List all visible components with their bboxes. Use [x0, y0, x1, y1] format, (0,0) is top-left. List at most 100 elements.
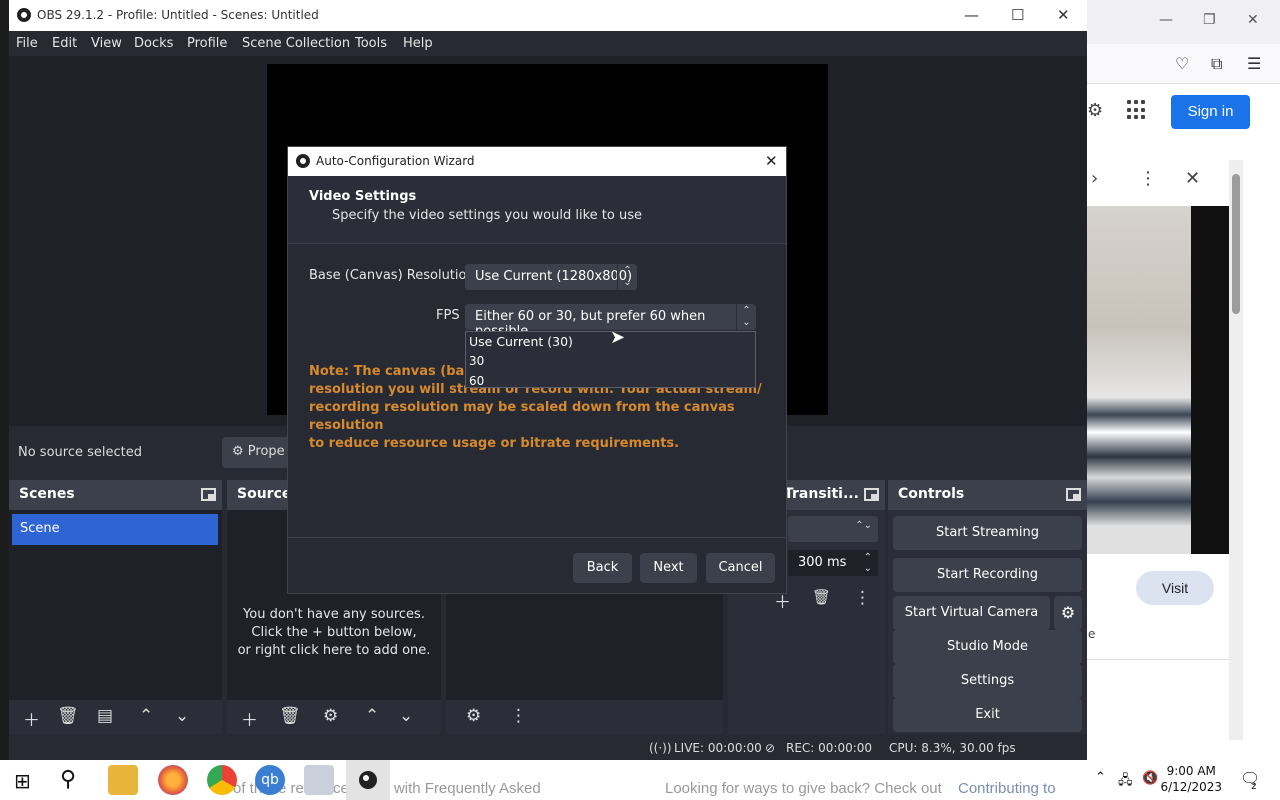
scrollbar-thumb[interactable] — [1232, 174, 1240, 314]
add-icon[interactable]: ＋ — [23, 706, 40, 731]
menu-docks[interactable]: Docks — [134, 36, 173, 51]
chevron-right-icon[interactable]: › — [1091, 168, 1098, 189]
chevron-updown-icon: ⌃⌄ — [736, 304, 756, 330]
transitions-title: Transiti... — [784, 486, 859, 502]
controls-dock-title: Controls — [888, 480, 1087, 510]
move-down-icon[interactable]: ⌄ — [399, 706, 413, 726]
network-icon[interactable]: 🖧 — [1118, 771, 1133, 793]
duration-spinbox[interactable]: 300 ms ⌃ ⌄ — [788, 550, 878, 576]
close-panel-icon[interactable]: ✕ — [1185, 168, 1200, 189]
system-clock[interactable]: 9:00 AM 6/12/2023 — [1160, 763, 1222, 795]
controls-title: Controls — [898, 486, 965, 502]
windows-taskbar: of these resource along with Frequently … — [0, 760, 1280, 800]
more-vert-icon[interactable]: ⋮ — [510, 706, 527, 726]
windows-start-icon[interactable]: ⊞ — [14, 769, 31, 793]
start-streaming-button[interactable]: Start Streaming — [893, 516, 1082, 550]
status-bar: ((·)) LIVE: 00:00:00 ⊘ REC: 00:00:00 CPU… — [9, 737, 1087, 760]
minimize-icon[interactable]: — — [1159, 12, 1173, 28]
trash-icon[interactable]: 🗑 — [279, 706, 301, 726]
exit-button[interactable]: Exit — [893, 698, 1082, 732]
clock-date: 6/12/2023 — [1160, 780, 1222, 794]
app-window-icon[interactable] — [304, 765, 334, 795]
fps-option[interactable]: 60 — [469, 374, 484, 388]
wizard-divider — [288, 537, 786, 538]
start-virtual-camera-button[interactable]: Start Virtual Camera — [893, 596, 1050, 630]
more-vert-icon[interactable]: ⋮ — [1139, 168, 1157, 189]
next-button[interactable]: Next — [640, 553, 697, 583]
background-browser-window: — ❐ ✕ ♡ ⧉ ☰ ⚙ Sign in › ⋮ ✕ Visit e — [1087, 0, 1280, 760]
properties-label: Prope — [247, 444, 285, 459]
no-sources-line: You don't have any sources. — [243, 607, 425, 622]
menu-file[interactable]: File — [16, 36, 38, 51]
settings-button[interactable]: Settings — [893, 664, 1082, 698]
minimize-icon[interactable]: — — [964, 6, 979, 24]
menu-icon[interactable]: ☰ — [1247, 54, 1261, 73]
gear-icon[interactable]: ⚙ — [323, 706, 338, 726]
undock-icon[interactable] — [864, 488, 879, 501]
move-up-icon[interactable]: ⌃ — [139, 706, 153, 726]
obs-taskbar-button[interactable] — [346, 760, 390, 800]
file-explorer-icon[interactable] — [108, 765, 138, 795]
wizard-heading: Video Settings — [309, 189, 417, 204]
visit-button[interactable]: Visit — [1136, 571, 1214, 605]
menu-view[interactable]: View — [91, 36, 122, 51]
obs-titlebar: OBS 29.1.2 - Profile: Untitled - Scenes:… — [9, 0, 1087, 31]
browser-toolbar: ♡ ⧉ ☰ — [1087, 44, 1280, 84]
video-side-bar — [1191, 206, 1229, 554]
pocket-icon[interactable]: ♡ — [1175, 54, 1189, 73]
more-vert-icon[interactable]: ⋮ — [854, 588, 871, 608]
apps-grid-icon[interactable] — [1127, 100, 1147, 120]
undock-icon[interactable] — [201, 488, 216, 501]
chevron-up-icon[interactable]: ⌃ — [1095, 770, 1106, 785]
add-icon[interactable]: ＋ — [241, 706, 258, 731]
sign-in-button[interactable]: Sign in — [1171, 95, 1250, 129]
advanced-audio-icon[interactable]: ⚙ — [466, 706, 481, 726]
scenes-dock: Scenes Scene ＋ 🗑 ▤ ⌃ ⌄ — [9, 480, 222, 734]
scene-list-item[interactable]: Scene — [12, 514, 218, 545]
menu-profile[interactable]: Profile — [187, 36, 227, 51]
firefox-icon[interactable] — [158, 765, 188, 795]
wizard-subheading: Specify the video settings you would lik… — [332, 208, 642, 223]
back-button[interactable]: Back — [573, 553, 632, 583]
resolution-select[interactable]: Use Current (1280x800) ⌃ ⌄ — [465, 264, 637, 290]
close-icon[interactable]: ✕ — [765, 152, 778, 170]
fps-option[interactable]: 30 — [469, 354, 484, 368]
chrome-icon[interactable] — [207, 765, 237, 795]
scenes-dock-title: Scenes — [9, 480, 222, 510]
volume-muted-icon[interactable]: 🔇 — [1142, 771, 1158, 786]
background-link: Contributing to — [958, 780, 1056, 797]
menu-edit[interactable]: Edit — [52, 36, 77, 51]
filter-icon[interactable]: ▤ — [97, 706, 113, 726]
menu-scene-collection[interactable]: Scene Collection — [242, 36, 350, 51]
spin-arrows-icon[interactable]: ⌃ ⌄ — [864, 552, 872, 574]
undock-icon[interactable] — [1066, 488, 1081, 501]
notification-count: 2 — [1251, 782, 1257, 792]
maximize-icon[interactable]: ☐ — [1011, 6, 1024, 24]
search-icon[interactable]: ⚲ — [60, 767, 76, 792]
move-down-icon[interactable]: ⌄ — [175, 706, 189, 726]
extensions-icon[interactable]: ⧉ — [1211, 54, 1222, 74]
no-source-label: No source selected — [18, 445, 142, 460]
trash-icon[interactable]: 🗑 — [812, 588, 831, 606]
scenes-footer: ＋ 🗑 ▤ ⌃ ⌄ — [9, 700, 222, 734]
menu-help[interactable]: Help — [403, 36, 433, 51]
resolution-label: Base (Canvas) Resolution — [309, 268, 475, 283]
menu-tools[interactable]: Tools — [355, 36, 387, 51]
qbittorrent-icon[interactable]: qb — [255, 765, 285, 795]
close-icon[interactable]: ✕ — [1247, 12, 1259, 28]
transition-select[interactable]: ⌃⌄ — [788, 516, 878, 542]
start-recording-button[interactable]: Start Recording — [893, 558, 1082, 592]
close-icon[interactable]: ✕ — [1057, 6, 1070, 24]
cancel-button[interactable]: Cancel — [706, 553, 775, 583]
move-up-icon[interactable]: ⌃ — [365, 706, 379, 726]
scrollbar[interactable] — [1229, 160, 1243, 740]
side-text: e — [1088, 627, 1096, 641]
gear-icon: ⚙ — [232, 444, 244, 459]
virtual-camera-settings-icon[interactable]: ⚙ — [1054, 596, 1082, 630]
video-thumbnail[interactable] — [1087, 206, 1191, 554]
fps-option[interactable]: Use Current (30) — [469, 334, 573, 349]
restore-icon[interactable]: ❐ — [1203, 12, 1216, 28]
studio-mode-button[interactable]: Studio Mode — [893, 630, 1082, 664]
settings-icon[interactable]: ⚙ — [1087, 100, 1103, 121]
trash-icon[interactable]: 🗑 — [57, 706, 79, 726]
